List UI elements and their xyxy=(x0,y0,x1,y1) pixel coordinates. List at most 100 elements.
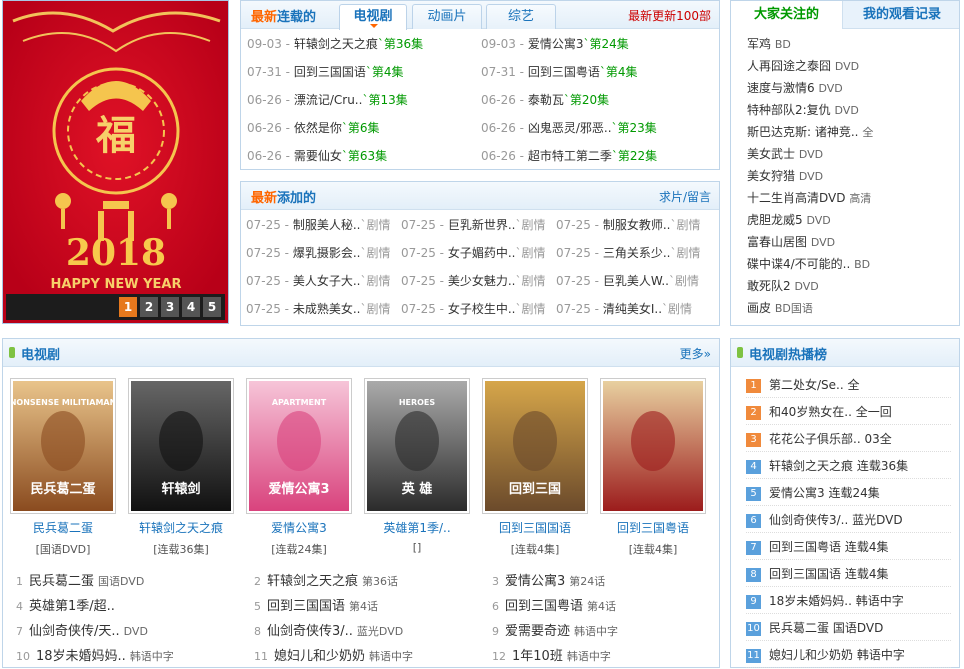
hot-list-item[interactable]: 5 爱情公寓3 连载24集 xyxy=(746,480,951,506)
serial-row[interactable]: 07-31 - 回到三国粤语`第4集 xyxy=(481,58,709,86)
tv-list-title[interactable]: 18岁未婚妈妈.. xyxy=(36,649,126,664)
serial-row[interactable]: 06-26 - 泰勒瓦`第20集 xyxy=(481,86,709,114)
added-row[interactable]: 07-25 - 制服女教师..`剧情 xyxy=(556,211,708,239)
serial-episode[interactable]: `第22集 xyxy=(612,149,657,163)
tv-list-item[interactable]: 9 爱需要奇迹 韩语中字 xyxy=(492,620,724,644)
attention-item[interactable]: 美女狩猎 DVD xyxy=(747,165,823,187)
tv-list-title[interactable]: 回到三国国语 xyxy=(267,599,345,614)
hot-title[interactable]: 轩辕剑之天之痕 xyxy=(769,459,853,473)
added-row[interactable]: 07-25 - 巨乳美人W..`剧情 xyxy=(556,267,708,295)
attention-title[interactable]: 虎胆龙威5 xyxy=(747,213,803,227)
serial-row[interactable]: 09-03 - 爱情公寓3`第24集 xyxy=(481,30,709,58)
request-message-link[interactable]: 求片/留言 xyxy=(659,188,711,205)
added-title[interactable]: 美人女子大.. xyxy=(293,274,361,288)
attention-title[interactable]: 富春山居图 xyxy=(747,235,807,249)
tab-my-history[interactable]: 我的观看记录 xyxy=(844,1,960,29)
hot-list-item[interactable]: 7 回到三国粤语 连载4集 xyxy=(746,534,951,560)
hot-title[interactable]: 花花公子俱乐部.. xyxy=(769,432,861,446)
poster-card[interactable]: APARTMENT 爱情公寓3 xyxy=(246,378,352,514)
tab-everyone-watching[interactable]: 大家关注的 xyxy=(731,1,843,29)
attention-title[interactable]: 军鸡 xyxy=(747,37,771,51)
banner-page-4[interactable]: 4 xyxy=(182,297,200,317)
attention-item[interactable]: 斯巴达克斯: 诸神竞.. 全 xyxy=(747,121,873,143)
attention-title[interactable]: 十二生肖高清DVD xyxy=(747,191,845,205)
hot-title[interactable]: 第二处女/Se.. xyxy=(769,378,844,392)
added-row[interactable]: 07-25 - 美少女魅力..`剧情 xyxy=(401,267,553,295)
hot-title[interactable]: 爱情公寓3 xyxy=(769,486,825,500)
serial-episode[interactable]: `第4集 xyxy=(366,65,404,79)
hot-list-item[interactable]: 1 第二处女/Se.. 全 xyxy=(746,372,951,398)
serial-row[interactable]: 07-31 - 回到三国国语`第4集 xyxy=(247,58,475,86)
added-row[interactable]: 07-25 - 三角关系少..`剧情 xyxy=(556,239,708,267)
tv-list-title[interactable]: 民兵葛二蛋 xyxy=(29,574,94,589)
serial-episode[interactable]: `第24集 xyxy=(583,37,628,51)
tv-list-title[interactable]: 仙剑奇侠传/天.. xyxy=(29,624,120,639)
hot-list-item[interactable]: 8 回到三国国语 连载4集 xyxy=(746,561,951,587)
attention-item[interactable]: 碟中谍4/不可能的.. BD xyxy=(747,253,870,275)
poster-card[interactable]: NONSENSE MILITIAMAN 民兵葛二蛋 xyxy=(10,378,116,514)
poster-image[interactable]: HEROES 英 雄 xyxy=(367,381,467,511)
tab-animation[interactable]: 动画片 xyxy=(412,4,482,29)
added-row[interactable]: 07-25 - 爆乳摄影会..`剧情 xyxy=(246,239,398,267)
serial-row[interactable]: 06-26 - 凶鬼恶灵/邪恶..`第23集 xyxy=(481,114,709,142)
serial-episode[interactable]: `第6集 xyxy=(342,121,380,135)
poster-card[interactable] xyxy=(600,378,706,514)
hot-title[interactable]: 回到三国粤语 xyxy=(769,540,841,554)
hot-list-item[interactable]: 6 仙剑奇侠传3/.. 蓝光DVD xyxy=(746,507,951,533)
attention-title[interactable]: 美女武士 xyxy=(747,147,795,161)
tv-list-title[interactable]: 媳妇儿和少奶奶 xyxy=(274,649,365,664)
new-year-banner[interactable]: 福 2018 HAPPY NEW YEAR 1 2 3 4 5 xyxy=(2,0,229,324)
poster-card[interactable]: 回到三国 xyxy=(482,378,588,514)
poster-card[interactable]: HEROES 英 雄 xyxy=(364,378,470,514)
added-row[interactable]: 07-25 - 美人女子大..`剧情 xyxy=(246,267,398,295)
poster-image[interactable]: NONSENSE MILITIAMAN 民兵葛二蛋 xyxy=(10,381,116,511)
tv-list-item[interactable]: 11 媳妇儿和少奶奶 韩语中字 xyxy=(254,645,486,669)
hot-title[interactable]: 18岁未婚妈妈.. xyxy=(769,594,852,608)
tv-list-title[interactable]: 爱情公寓3 xyxy=(505,574,565,589)
hot-list-item[interactable]: 2 和40岁熟女在.. 全一回 xyxy=(746,399,951,425)
added-row[interactable]: 07-25 - 女子媚药中..`剧情 xyxy=(401,239,553,267)
attention-item[interactable]: 虎胆龙威5 DVD xyxy=(747,209,831,231)
serial-row[interactable]: 06-26 - 超市特工第二季`第22集 xyxy=(481,142,709,170)
tv-list-title[interactable]: 1年10班 xyxy=(512,649,563,664)
added-title[interactable]: 女子校生中.. xyxy=(448,302,516,316)
added-title[interactable]: 美少女魅力.. xyxy=(448,274,516,288)
added-title[interactable]: 制服美人秘.. xyxy=(293,218,361,232)
hot-list-item[interactable]: 11 媳妇儿和少奶奶 韩语中字 xyxy=(746,642,951,668)
tv-list-title[interactable]: 爱需要奇迹 xyxy=(505,624,570,639)
hot-title[interactable]: 回到三国国语 xyxy=(769,567,841,581)
serial-title[interactable]: 依然是你 xyxy=(294,121,342,135)
tv-list-item[interactable]: 5 回到三国国语 第4话 xyxy=(254,595,486,619)
serial-title[interactable]: 爱情公寓3 xyxy=(528,37,584,51)
attention-title[interactable]: 速度与激情6 xyxy=(747,81,815,95)
serial-title[interactable]: 需要仙女 xyxy=(294,149,342,163)
serial-row[interactable]: 06-26 - 漂流记/Cru..`第13集 xyxy=(247,86,475,114)
tv-list-title[interactable]: 英雄第1季/超.. xyxy=(29,599,115,614)
tv-list-title[interactable]: 仙剑奇侠传3/.. xyxy=(267,624,353,639)
tv-more-link[interactable]: 更多» xyxy=(680,345,711,362)
attention-item[interactable]: 富春山居图 DVD xyxy=(747,231,835,253)
poster-title[interactable]: 回到三国粤语 xyxy=(598,519,708,536)
poster-title[interactable]: 回到三国国语 xyxy=(480,519,590,536)
banner-page-2[interactable]: 2 xyxy=(140,297,158,317)
serial-episode[interactable]: `第63集 xyxy=(342,149,387,163)
serial-title[interactable]: 回到三国国语 xyxy=(294,65,366,79)
serial-title[interactable]: 泰勒瓦 xyxy=(528,93,564,107)
added-row[interactable]: 07-25 - 制服美人秘..`剧情 xyxy=(246,211,398,239)
banner-page-1[interactable]: 1 xyxy=(119,297,137,317)
hot-list-item[interactable]: 10 民兵葛二蛋 国语DVD xyxy=(746,615,951,641)
added-title[interactable]: 三角关系少.. xyxy=(603,246,671,260)
poster-title[interactable]: 爱情公寓3 xyxy=(244,519,354,536)
attention-title[interactable]: 特种部队2:复仇 xyxy=(747,103,831,117)
latest-100-link[interactable]: 最新更新100部 xyxy=(628,7,711,24)
tv-list-item[interactable]: 12 1年10班 韩语中字 xyxy=(492,645,724,669)
tv-list-title[interactable]: 回到三国粤语 xyxy=(505,599,583,614)
tv-list-item[interactable]: 3 爱情公寓3 第24话 xyxy=(492,570,724,594)
tv-list-item[interactable]: 7 仙剑奇侠传/天.. DVD xyxy=(16,620,248,644)
attention-title[interactable]: 美女狩猎 xyxy=(747,169,795,183)
poster-image[interactable]: APARTMENT 爱情公寓3 xyxy=(249,381,349,511)
attention-item[interactable]: 画皮 BD国语 xyxy=(747,297,813,319)
serial-title[interactable]: 回到三国粤语 xyxy=(528,65,600,79)
added-title[interactable]: 女子媚药中.. xyxy=(448,246,516,260)
hot-title[interactable]: 民兵葛二蛋 xyxy=(769,621,829,635)
